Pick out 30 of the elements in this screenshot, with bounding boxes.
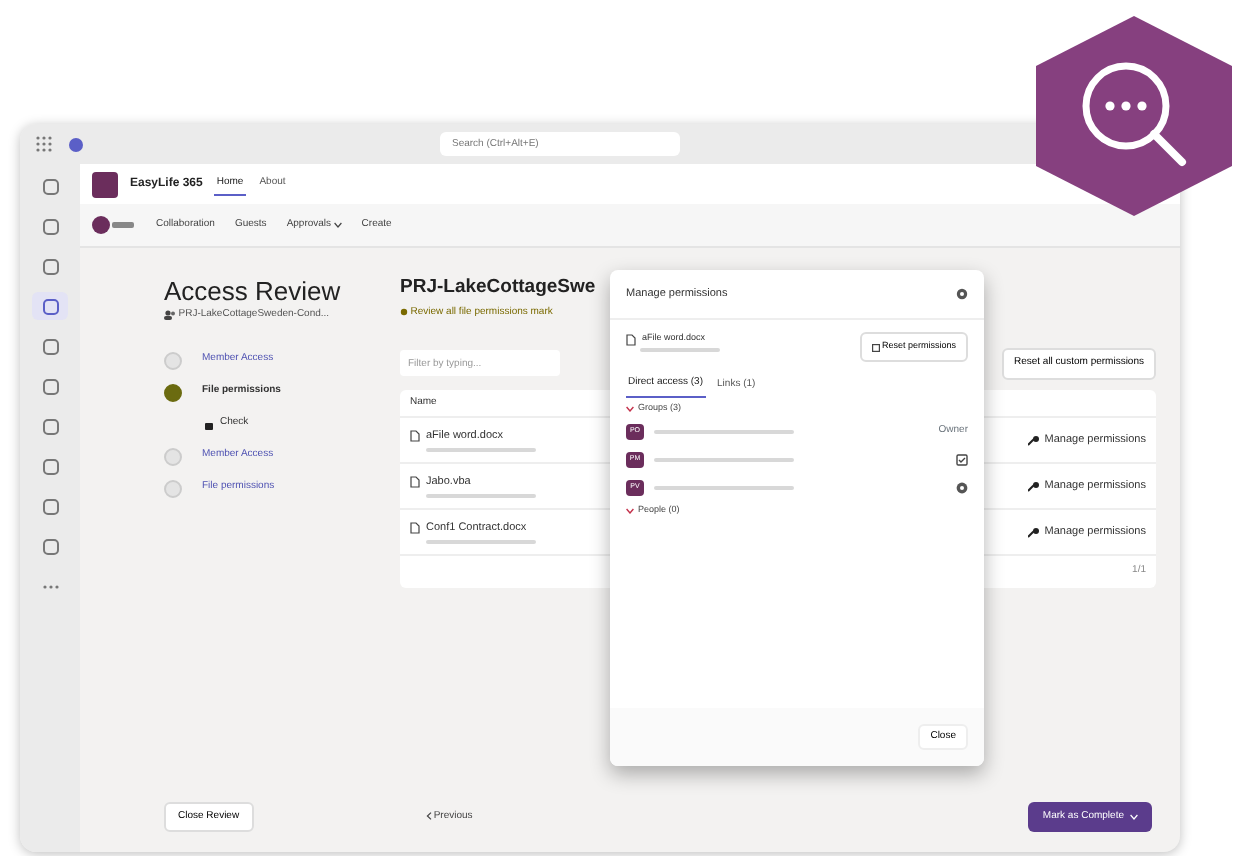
reset-icon: [871, 343, 880, 352]
file-icon: [410, 430, 420, 443]
key-icon: [1028, 435, 1041, 445]
file-icon: [626, 333, 636, 346]
app-logo-icon: [68, 137, 84, 151]
chevron-icon: [626, 508, 634, 515]
info-icon: [400, 308, 408, 317]
people-icon: [164, 309, 176, 320]
app-logo-icon: [92, 171, 118, 197]
step-dot: [164, 479, 182, 498]
key-icon: [1028, 527, 1041, 537]
step-dot: [164, 351, 182, 370]
step-dot: [164, 447, 182, 466]
file-icon: [410, 476, 420, 489]
chevron-icon: [626, 405, 634, 412]
key-icon: [1028, 481, 1041, 491]
chevron-left-icon: [425, 812, 432, 821]
blurred-meta-line: [426, 539, 536, 544]
section-title: PRJ-LakeCottageSwe: [400, 276, 596, 299]
blurred-meta-line: [426, 447, 536, 452]
blurred-meta-line: [640, 348, 720, 353]
easylife-logo-icon: [92, 216, 136, 234]
file-icon: [410, 522, 420, 535]
apps-grid-icon[interactable]: [36, 136, 52, 152]
caret-icon: [1130, 813, 1138, 820]
chevron-down-icon[interactable]: [333, 222, 342, 228]
step-dot: [164, 383, 182, 402]
blurred-meta-line: [426, 493, 536, 498]
edit-checkbox-icon: [956, 454, 968, 466]
page-title: Access Review: [164, 276, 343, 308]
